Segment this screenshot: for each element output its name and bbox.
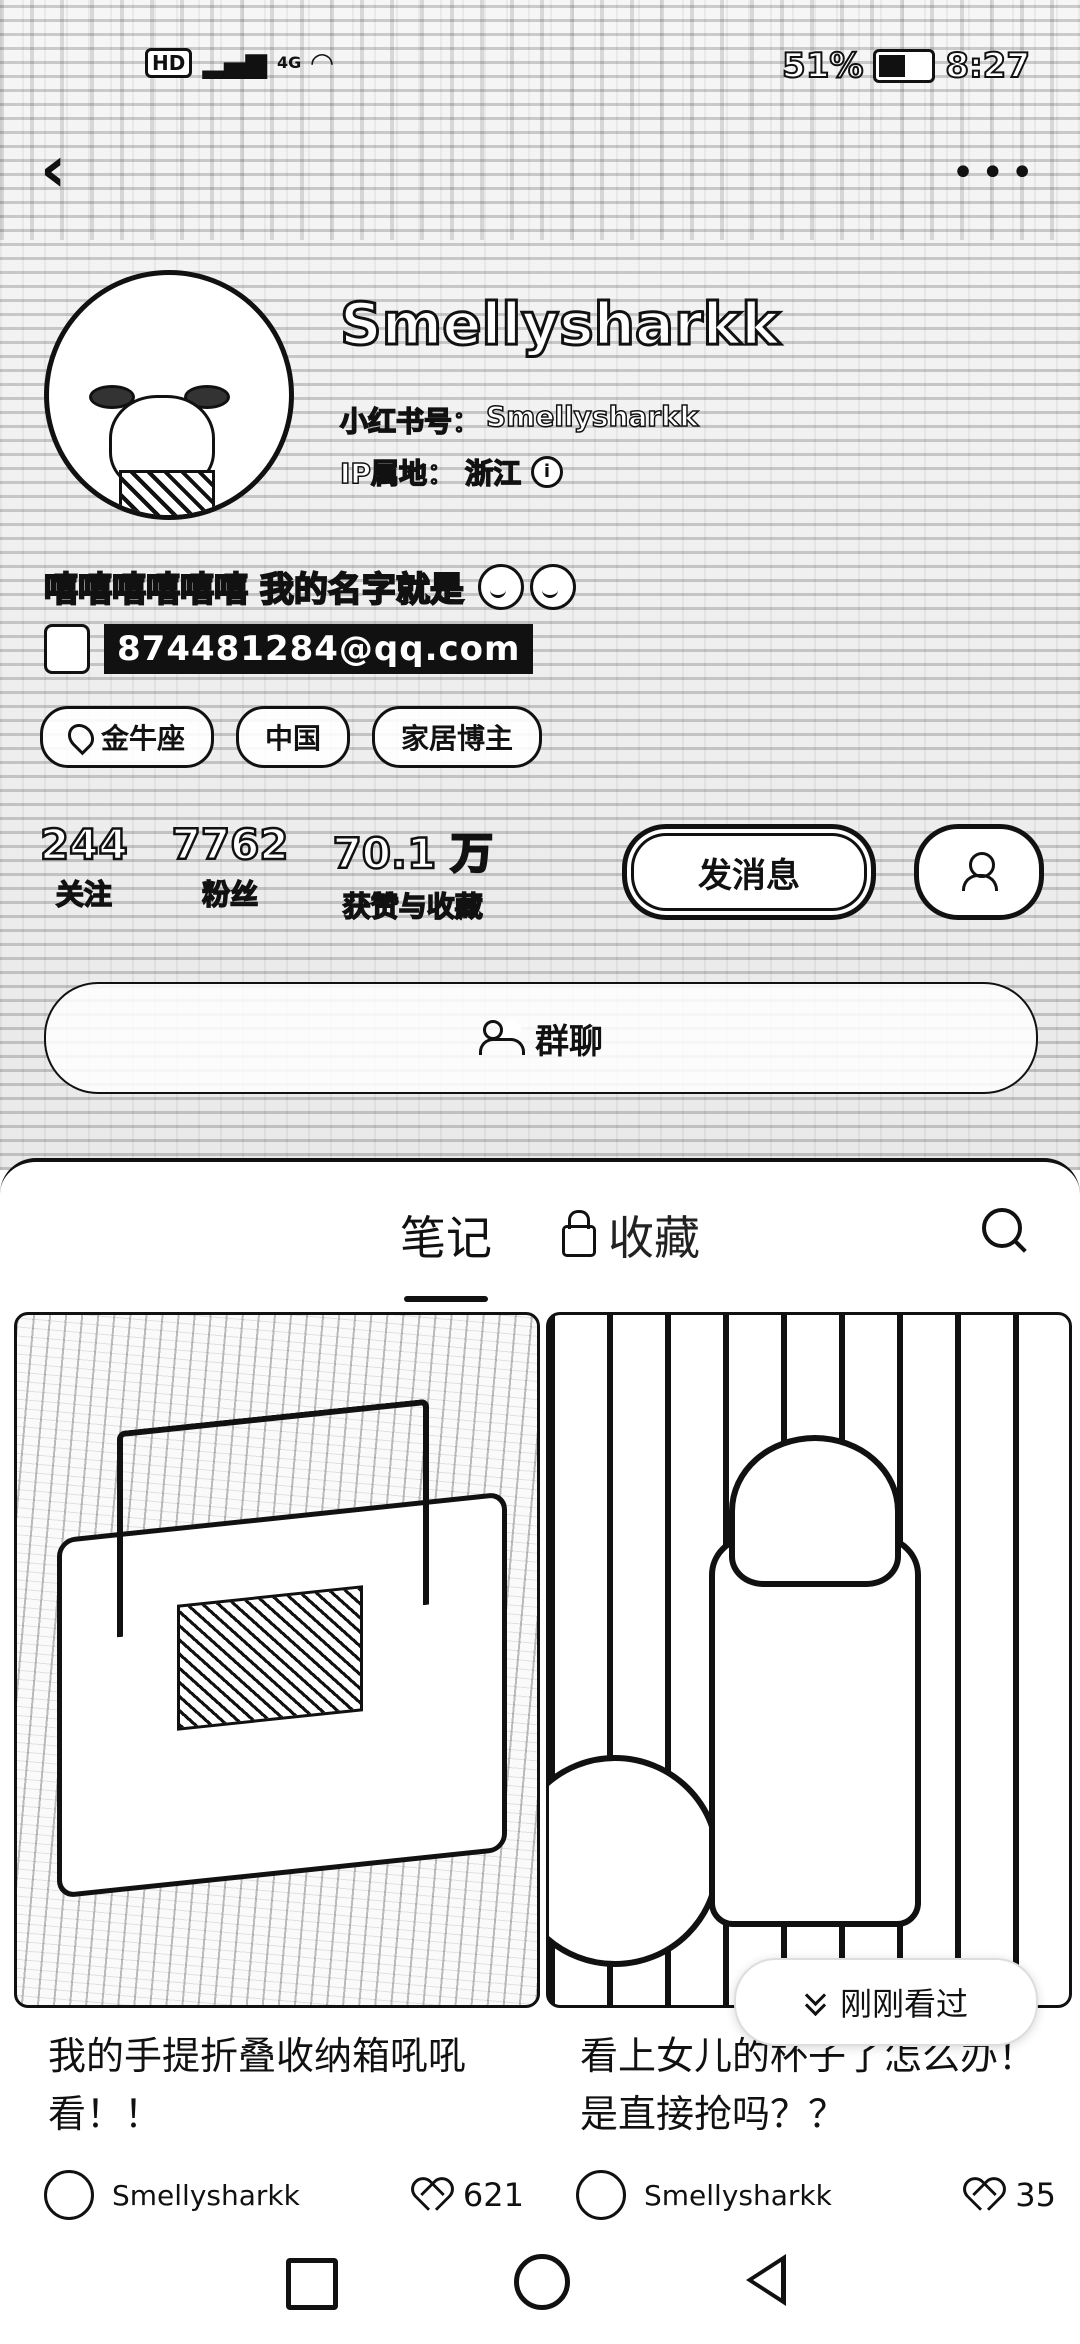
follow-button[interactable] — [914, 824, 1044, 920]
tag-category[interactable]: 家居博主 — [372, 706, 543, 768]
info-icon[interactable]: i — [530, 456, 563, 488]
note-cover-image[interactable] — [14, 1312, 540, 2008]
tag-country[interactable]: 中国 — [236, 706, 351, 768]
profile-id-line: 小红书号： Smellysharkk — [339, 399, 699, 440]
system-nav-bar — [0, 2230, 1080, 2340]
stat-label: 关注 — [55, 877, 113, 912]
ip-location-line: IP属地： 浙江 i — [339, 452, 563, 492]
lock-icon — [562, 1210, 596, 1257]
tab-notes[interactable]: 笔记 — [400, 1202, 492, 1302]
bottle-cap-image — [729, 1435, 901, 1587]
profile-stats: 244 关注 7762 粉丝 70.1 万 获赞与收藏 — [39, 819, 494, 925]
stat-following[interactable]: 244 关注 — [39, 819, 129, 925]
stat-followers[interactable]: 7762 粉丝 — [170, 819, 289, 925]
smile-emoji-icon — [529, 563, 576, 610]
tab-favorites-label: 收藏 — [608, 1211, 700, 1265]
recent-apps-icon[interactable] — [286, 2258, 338, 2310]
note-meta: Smellysharkk 621 — [44, 2170, 524, 2220]
battery-icon — [873, 49, 936, 83]
avatar[interactable] — [44, 270, 294, 520]
profile-bio: 嘻嘻嘻嘻嘻嘻 我的名字就是 — [43, 562, 576, 611]
smile-emoji-icon — [477, 563, 524, 610]
note-card[interactable]: 看上女儿的杯子了怎么办！是直接抢吗？？ Smellysharkk 35 — [546, 1312, 1072, 2220]
author-avatar[interactable] — [44, 2170, 94, 2220]
recently-viewed-label: 刚刚看过 — [839, 1985, 968, 2023]
signal-icon: ▂▄▆ — [202, 46, 267, 79]
avatar-body — [119, 470, 215, 515]
profile-name: Smellysharkk — [339, 289, 782, 360]
send-message-button[interactable]: 发消息 — [622, 824, 876, 920]
tab-active-indicator — [404, 1296, 488, 1302]
clock: 8:27 — [944, 45, 1031, 87]
box-sticker-image — [177, 1585, 363, 1731]
back-triangle-icon[interactable] — [746, 2254, 786, 2306]
tab-notes-label: 笔记 — [400, 1211, 492, 1265]
stat-value: 70.1 万 — [331, 828, 494, 880]
bottle-image — [709, 1535, 921, 1927]
back-arrow-icon[interactable]: ‹ — [40, 138, 100, 202]
person-check-icon — [962, 852, 998, 892]
stat-likes-saves[interactable]: 70.1 万 获赞与收藏 — [331, 820, 494, 925]
recently-viewed-button[interactable]: 刚刚看过 — [734, 1958, 1038, 2046]
tab-favorites[interactable]: 收藏 — [562, 1202, 700, 1268]
note-likes: 35 — [1015, 2176, 1056, 2214]
home-icon[interactable] — [514, 2254, 570, 2310]
tag-label: 中国 — [265, 722, 322, 755]
contact-line: 874481284@qq.com — [44, 624, 534, 674]
note-likes: 621 — [462, 2176, 524, 2214]
note-author[interactable]: Smellysharkk — [644, 2179, 971, 2212]
content-tabs: 笔记 收藏 — [0, 1202, 1080, 1302]
hd-indicator: HD — [145, 47, 193, 78]
ip-label: IP属地： — [339, 456, 455, 491]
battery-percent: 51% — [781, 45, 864, 87]
note-title[interactable]: 我的手提折叠收纳箱吼吼看！！ — [48, 2027, 518, 2143]
heart-icon[interactable] — [971, 2180, 1005, 2210]
plate-image — [549, 1755, 721, 1967]
stat-value: 244 — [39, 819, 129, 871]
bio-text: 嘻嘻嘻嘻嘻嘻 我的名字就是 — [43, 569, 465, 611]
group-icon — [479, 1020, 525, 1056]
wifi-icon: ◠ — [311, 46, 333, 79]
double-chevron-down-icon — [804, 1990, 828, 2014]
location-pin-icon — [62, 718, 100, 756]
author-avatar[interactable] — [576, 2170, 626, 2220]
tag-zodiac[interactable]: 金牛座 — [40, 706, 215, 768]
group-chat-label: 群聊 — [535, 1021, 603, 1062]
profile-id-label: 小红书号： — [339, 404, 481, 439]
search-icon[interactable] — [980, 1206, 1028, 1254]
heart-icon[interactable] — [419, 2180, 453, 2210]
profile-tags: 金牛座 中国 家居博主 — [40, 706, 543, 768]
note-author[interactable]: Smellysharkk — [112, 2179, 419, 2212]
note-card[interactable]: 我的手提折叠收纳箱吼吼看！！ Smellysharkk 621 — [14, 1312, 540, 2220]
profile-id-value[interactable]: Smellysharkk — [485, 399, 699, 440]
ip-value: 浙江 — [464, 456, 522, 491]
note-cover-image[interactable] — [546, 1312, 1072, 2008]
network-type: 4G — [276, 53, 302, 72]
note-meta: Smellysharkk 35 — [576, 2170, 1056, 2220]
more-options-icon[interactable]: ••• — [951, 150, 1040, 196]
stat-label: 粉丝 — [201, 877, 259, 912]
status-bar: HD ▂▄▆ 4G ◠ 51% 8:27 — [0, 40, 1080, 100]
contact-email[interactable]: 874481284@qq.com — [104, 624, 534, 674]
tag-label: 金牛座 — [101, 722, 186, 755]
tag-label: 家居博主 — [401, 722, 514, 755]
group-chat-button[interactable]: 群聊 — [44, 982, 1038, 1094]
stat-label: 获赞与收藏 — [342, 889, 484, 924]
contact-icon — [44, 624, 90, 674]
stat-value: 7762 — [170, 819, 289, 871]
